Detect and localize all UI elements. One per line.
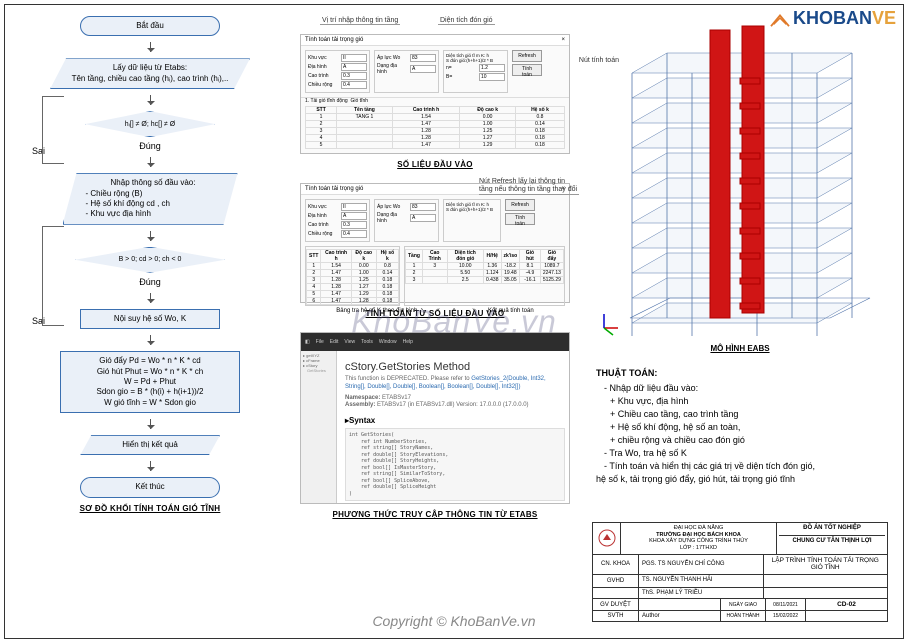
close-icon[interactable]: × <box>561 37 565 43</box>
fc-decision-2: B > 0; cd > 0; ch < 0 <box>75 247 225 273</box>
ide-toolbar: ◧FileEditViewToolsWindowHelp <box>301 333 569 351</box>
annot-area: Diện tích đón gió <box>438 17 495 25</box>
chieurong-input[interactable] <box>341 81 367 89</box>
refresh-button[interactable]: Refresh <box>505 199 535 211</box>
refresh-button[interactable]: Refresh <box>512 50 542 62</box>
calc-button[interactable]: Tính toán <box>512 64 542 76</box>
annot-result: Kết quả tính toán <box>488 308 534 314</box>
khuvuc-input[interactable] <box>341 54 367 62</box>
fc-true-2: Đúng <box>139 277 161 287</box>
code-heading: cStory.GetStories Method <box>345 361 565 373</box>
code-sidebar[interactable]: ▸ getXYZ ▸ cFrame ▸ cStory GetStories <box>301 351 337 503</box>
fc-true-1: Đúng <box>139 141 161 151</box>
fc-compute: Gió đẩy Pd = Wo * n * K * cd Gió hút Phu… <box>60 351 240 413</box>
annot-input-pos: Vị trí nhập thông tin tầng <box>320 17 400 25</box>
mid-title-1: SỐ LIỆU ĐẦU VÀO <box>300 160 570 169</box>
mid-title-3: PHƯƠNG THỨC TRUY CẬP THÔNG TIN TỪ ETABS <box>300 510 570 519</box>
calc-button[interactable]: Tính toán <box>505 213 535 225</box>
diahinh-input[interactable] <box>341 63 367 71</box>
syntax-heading: ▸Syntax <box>345 416 565 425</box>
title-block: ĐẠI HỌC ĐÀ NẴNG TRƯỜNG ĐẠI HỌC BÁCH KHOA… <box>592 522 888 622</box>
algorithm-text: THUẬT TOÁN: Nhập dữ liệu đầu vào: Khu vự… <box>592 367 888 486</box>
code-desc: This function is DEPRECATED. Please refe… <box>345 376 565 392</box>
flowchart-title: SƠ ĐỒ KHỐI TÍNH TOÁN GIÓ TĨNH <box>20 504 280 513</box>
copyright-text: Copyright © KhoBanVe.vn <box>372 613 535 629</box>
model-title: MÔ HÌNH EABS <box>592 344 888 353</box>
fc-interpolate: Nội suy hệ số Wo, K <box>80 309 220 329</box>
screenshot-input: Nút tính toán Tính toán tải trọng gió× K… <box>300 34 570 154</box>
etabs-3d-model <box>592 18 888 340</box>
uni-logo-icon <box>593 523 621 553</box>
fc-get-data: Lấy dữ liệu từ Etabs: Tên tầng, chiều ca… <box>50 58 250 89</box>
fc-display: Hiển thị kết quả <box>80 435 220 455</box>
annot-k-table: Bảng tra hệ số K theo địa hình <box>336 308 417 314</box>
code-block: int GetStories( ref int NumberStories, r… <box>345 428 565 501</box>
annot-refresh: Nút Refresh lấy lại thông tin tầng nếu t… <box>479 178 579 195</box>
caotrinh-input[interactable] <box>341 72 367 80</box>
fc-input-params: Nhập thông số đầu vào: - Chiều rộng (B) … <box>63 173 238 225</box>
screenshot-code: ◧FileEditViewToolsWindowHelp ▸ getXYZ ▸ … <box>300 332 570 504</box>
fc-start: Bắt đầu <box>80 16 220 36</box>
fc-end: Kết thúc <box>80 477 220 497</box>
input-table: STTTên tầngCao trình hĐộ cao kHệ số k 1T… <box>305 106 565 149</box>
screenshot-calc: Nút Refresh lấy lại thông tin tầng nếu t… <box>300 183 570 303</box>
fc-decision-1: hᵢ[] ≠ Ø; hc[] ≠ Ø <box>85 111 215 137</box>
